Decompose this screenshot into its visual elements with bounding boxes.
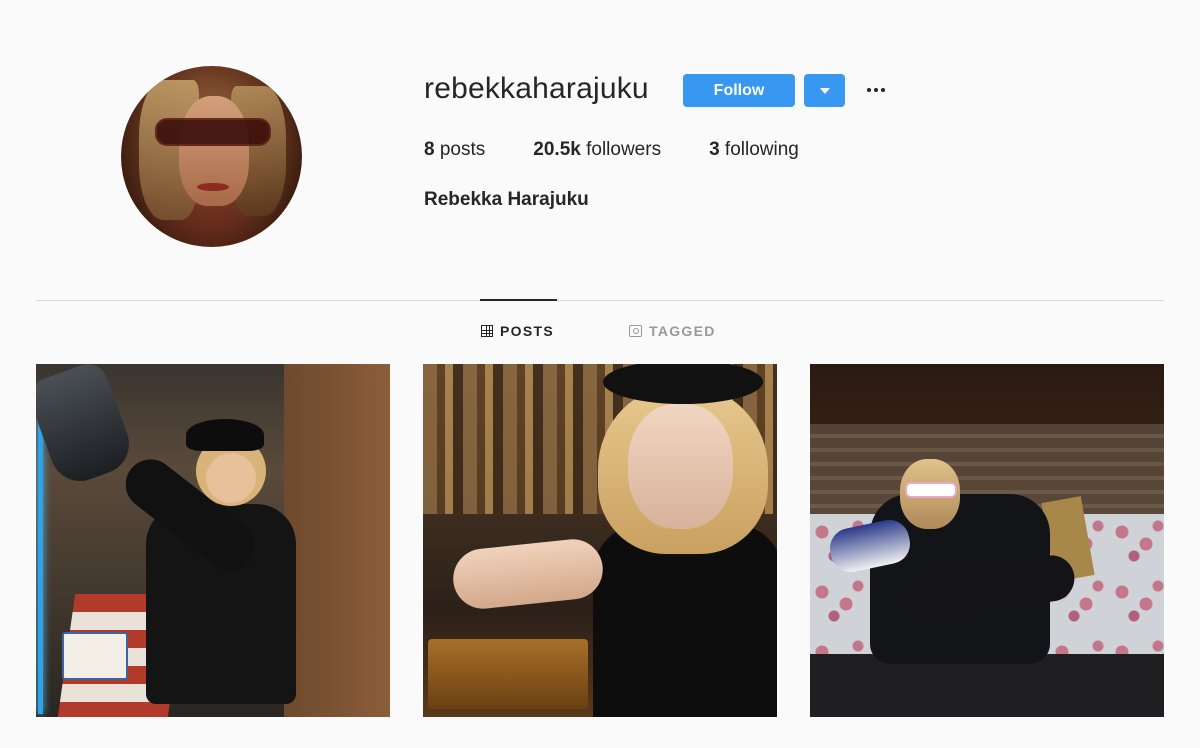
post-thumbnail[interactable] — [36, 364, 390, 717]
posts-label: posts — [434, 139, 486, 160]
profile-stats: 8 posts 20.5k followers 3 following — [424, 139, 847, 161]
photo-detail — [36, 364, 138, 490]
following-label: following — [719, 139, 799, 160]
profile-avatar[interactable] — [121, 66, 302, 247]
avatar-lips — [197, 183, 229, 191]
profile-username: rebekkaharajuku — [424, 72, 649, 105]
grid-icon — [481, 325, 493, 337]
photo-detail — [428, 639, 588, 709]
more-options-button[interactable] — [862, 80, 890, 100]
tab-tagged-label: TAGGED — [649, 323, 716, 339]
photo-detail — [628, 404, 733, 529]
followers-stat[interactable]: 20.5k followers — [533, 139, 661, 161]
ellipsis-icon — [881, 88, 885, 92]
tab-tagged[interactable]: TAGGED — [629, 323, 716, 339]
tag-user-icon — [629, 325, 642, 337]
avatar-sunglasses — [155, 118, 271, 146]
post-thumbnail[interactable] — [423, 364, 777, 717]
ellipsis-icon — [867, 88, 871, 92]
followers-label: followers — [580, 139, 662, 160]
follow-button[interactable]: Follow — [683, 74, 795, 107]
tabs-divider — [36, 300, 1164, 301]
chevron-down-icon — [819, 87, 830, 94]
photo-detail — [62, 632, 128, 680]
profile-page: rebekkaharajuku Follow 8 posts 20.5k fol… — [0, 0, 1200, 748]
active-tab-indicator — [480, 299, 557, 301]
photo-detail — [450, 536, 606, 612]
following-count: 3 — [709, 139, 720, 160]
photo-detail — [905, 482, 957, 498]
tab-posts[interactable]: POSTS — [481, 323, 554, 339]
posts-count-stat: 8 posts — [424, 139, 485, 161]
photo-detail — [186, 419, 264, 451]
posts-count: 8 — [424, 139, 435, 160]
suggested-accounts-dropdown-button[interactable] — [804, 74, 845, 107]
profile-full-name: Rebekka Harajuku — [424, 189, 589, 210]
tab-posts-label: POSTS — [500, 323, 554, 339]
ellipsis-icon — [874, 88, 878, 92]
post-thumbnail[interactable] — [810, 364, 1164, 717]
following-stat[interactable]: 3 following — [709, 139, 799, 161]
followers-count: 20.5k — [533, 139, 581, 160]
photo-detail — [38, 394, 43, 714]
